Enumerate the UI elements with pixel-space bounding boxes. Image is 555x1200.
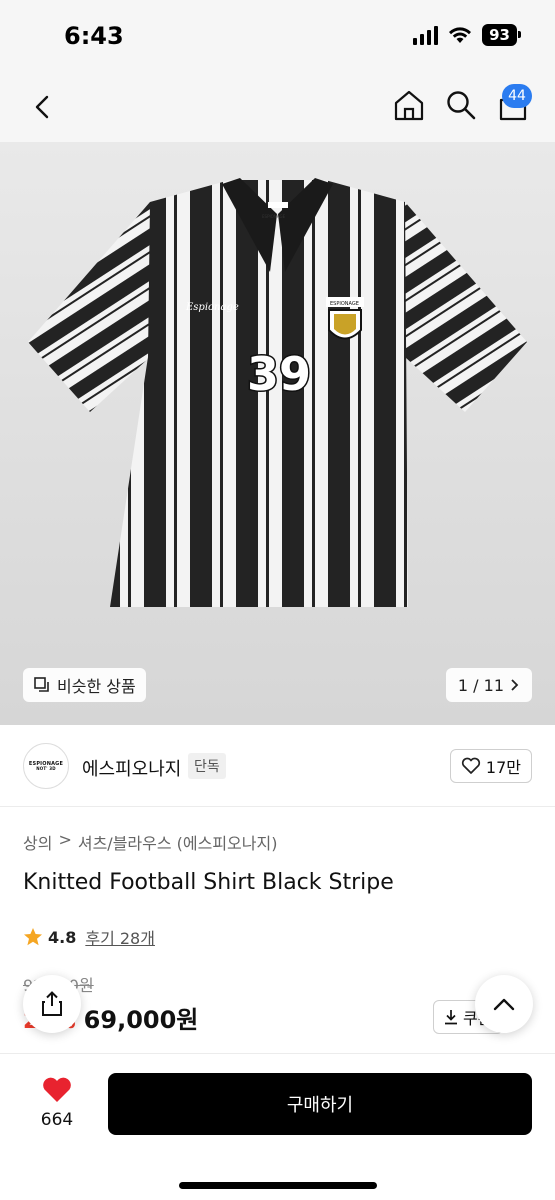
product-image-gallery[interactable]: ESPIONAGE 39 Espionage ESPIONAGE 비슷한 상품 … <box>0 142 555 725</box>
crest-label: ESPIONAGE <box>330 301 359 307</box>
rating-row: 4.8 후기 28개 <box>23 925 155 949</box>
sale-price: 69,000원 <box>83 1006 199 1034</box>
scroll-top-button[interactable] <box>475 975 533 1033</box>
cellular-signal-icon <box>413 25 439 45</box>
home-icon[interactable] <box>392 88 426 122</box>
brand-row: ESPIONAGE NOT' 3D 에스피오나지 단독 17만 <box>0 725 555 807</box>
star-icon <box>24 928 42 946</box>
wishlist-count: 664 <box>40 1110 74 1130</box>
brand-like-count: 17만 <box>485 758 521 777</box>
share-icon <box>42 991 62 1016</box>
brand-logo[interactable]: ESPIONAGE NOT' 3D <box>23 743 69 789</box>
status-time: 6:43 <box>64 22 124 50</box>
product-photo: ESPIONAGE 39 Espionage ESPIONAGE <box>28 178 527 607</box>
chevron-right-icon <box>511 679 519 691</box>
buy-button[interactable]: 구매하기 <box>108 1073 532 1135</box>
heart-outline-icon <box>461 757 480 774</box>
review-link[interactable]: 후기 28개 <box>85 925 155 949</box>
brand-logo-subtext: NOT' 3D <box>36 765 56 771</box>
nav-bar: 44 <box>0 72 555 142</box>
shirt-script: Espionage <box>185 302 239 313</box>
similar-products-button[interactable]: 비슷한 상품 <box>23 668 146 702</box>
rating-value: 4.8 <box>48 927 77 947</box>
shirt-crest: ESPIONAGE <box>326 297 364 340</box>
exclusive-badge: 단독 <box>188 753 226 779</box>
breadcrumb-item-subcategory[interactable]: 셔츠/블라우스 (에스피오나지) <box>78 830 278 854</box>
back-arrow-icon[interactable] <box>26 90 60 124</box>
bottom-purchase-bar: 664 구매하기 <box>0 1053 555 1200</box>
product-title: Knitted Football Shirt Black Stripe <box>23 870 394 895</box>
breadcrumb-item-category[interactable]: 상의 <box>23 830 52 854</box>
home-indicator <box>179 1182 377 1189</box>
similar-products-label: 비슷한 상품 <box>57 677 136 696</box>
image-page-indicator[interactable]: 1 / 11 <box>445 668 532 702</box>
copy-icon <box>34 677 49 692</box>
status-icons: 93 <box>413 24 521 46</box>
share-button[interactable] <box>23 975 81 1033</box>
brand-like-button[interactable]: 17만 <box>449 749 532 783</box>
status-bar: 6:43 93 <box>0 0 555 72</box>
page-indicator-label: 1 / 11 <box>457 675 504 695</box>
shirt-number: 39 <box>247 347 311 401</box>
brand-name[interactable]: 에스피오나지 <box>82 755 181 781</box>
download-icon <box>445 1010 457 1025</box>
battery-indicator: 93 <box>482 24 521 46</box>
wifi-icon <box>449 27 472 43</box>
breadcrumb-separator-icon: > <box>58 830 72 849</box>
wishlist-button[interactable]: 664 <box>30 1076 84 1130</box>
cart-count-badge: 44 <box>502 84 532 108</box>
collar-label: ESPIONAGE <box>262 214 286 219</box>
search-icon[interactable] <box>444 88 478 122</box>
breadcrumb: 상의 > 셔츠/블라우스 (에스피오나지) <box>23 830 277 854</box>
heart-filled-icon <box>43 1077 71 1102</box>
chevron-up-icon <box>493 998 515 1011</box>
